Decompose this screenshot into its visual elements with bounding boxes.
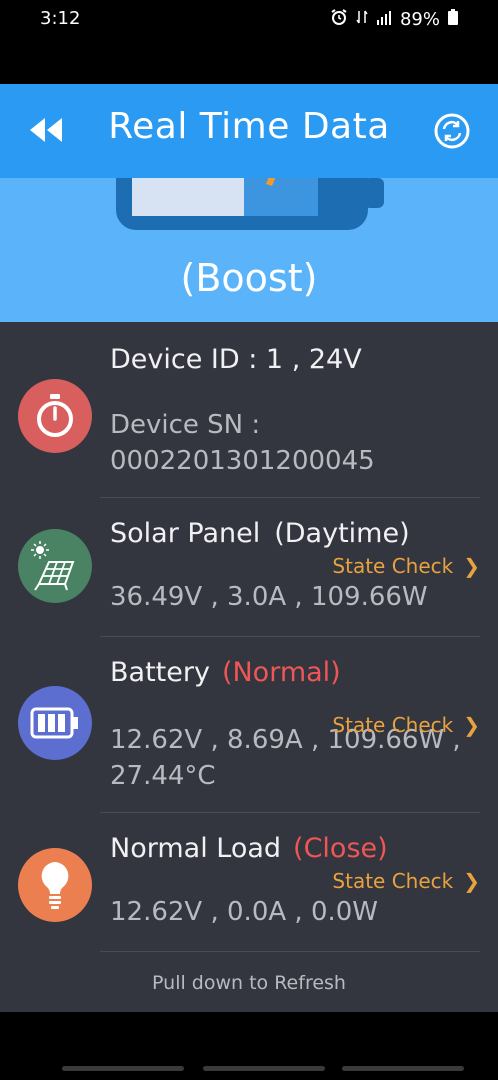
divider <box>100 951 480 952</box>
page-title: Real Time Data <box>108 106 390 147</box>
solar-values: 36.49V , 3.0A , 109.66W <box>110 582 428 612</box>
chevron-right-icon: ❯ <box>463 869 480 893</box>
controller-device-graphic <box>116 178 384 230</box>
bulb-icon <box>41 862 69 909</box>
state-check-label: State Check <box>332 869 454 893</box>
nav-back-handle[interactable] <box>342 1066 464 1071</box>
device-sn-label: Device SN : <box>110 410 261 440</box>
load-title: Normal Load (Close) <box>110 833 388 864</box>
device-icon-badge <box>18 379 92 453</box>
stopwatch-icon <box>37 394 73 437</box>
status-bar: 3:12 89% <box>0 0 498 84</box>
app-bar: Real Time Data <box>0 84 498 178</box>
signal-icon <box>376 9 392 30</box>
battery-state-check[interactable]: State Check ❯ <box>332 713 480 737</box>
solar-row: Solar Panel (Daytime) State Check ❯ 36.49V… <box>0 498 498 636</box>
load-row: Normal Load (Close) State Check ❯ 12.62V ,… <box>0 813 498 951</box>
mode-hero: (Boost) <box>0 178 498 322</box>
battery-status: (Normal) <box>221 657 341 688</box>
refresh-icon <box>434 113 470 149</box>
load-icon-badge <box>18 848 92 922</box>
solar-state-check[interactable]: State Check ❯ <box>332 554 480 578</box>
device-id: Device ID : 1 , 24V <box>110 344 362 375</box>
solar-title: Solar Panel (Daytime) <box>110 518 410 549</box>
status-icons: 89% <box>330 8 458 31</box>
device-sn-value: 0002201301200045 <box>110 446 375 476</box>
solar-panel-icon <box>31 541 75 591</box>
chevron-right-icon: ❯ <box>463 713 480 737</box>
navigation-bar <box>0 1012 498 1080</box>
load-label: Normal Load <box>110 833 282 864</box>
nav-recents-handle[interactable] <box>62 1066 184 1071</box>
battery-title: Battery (Normal) <box>110 657 341 688</box>
mode-label: (Boost) <box>180 256 318 300</box>
refresh-button[interactable] <box>432 111 472 151</box>
battery-level-icon <box>30 707 78 739</box>
device-row: Device ID : 1 , 24V Device SN : 00022013… <box>0 322 498 497</box>
state-check-label: State Check <box>332 554 454 578</box>
chevron-right-icon: ❯ <box>463 554 480 578</box>
load-state-check[interactable]: State Check ❯ <box>332 869 480 893</box>
data-icon <box>356 9 368 30</box>
load-values: 12.62V , 0.0A , 0.0W <box>110 897 378 927</box>
load-status: (Close) <box>293 833 388 864</box>
pull-to-refresh-hint: Pull down to Refresh <box>152 972 346 994</box>
alarm-icon <box>330 8 348 31</box>
battery-label: Battery <box>110 657 210 688</box>
battery-icon-badge <box>18 686 92 760</box>
state-check-label: State Check <box>332 713 454 737</box>
battery-row: Battery (Normal) 12.62V , 8.69A , 109.66W… <box>0 637 498 812</box>
solar-label: Solar Panel <box>110 518 261 549</box>
nav-home-handle[interactable] <box>203 1066 325 1071</box>
solar-icon-badge <box>18 529 92 603</box>
battery-percent: 89% <box>399 9 440 30</box>
status-time: 3:12 <box>40 8 81 29</box>
data-panel: Device ID : 1 , 24V Device SN : 00022013… <box>0 322 498 1012</box>
battery-icon <box>448 9 458 30</box>
solar-status: (Daytime) <box>274 518 410 549</box>
battery-temperature: 27.44°C <box>110 761 216 791</box>
